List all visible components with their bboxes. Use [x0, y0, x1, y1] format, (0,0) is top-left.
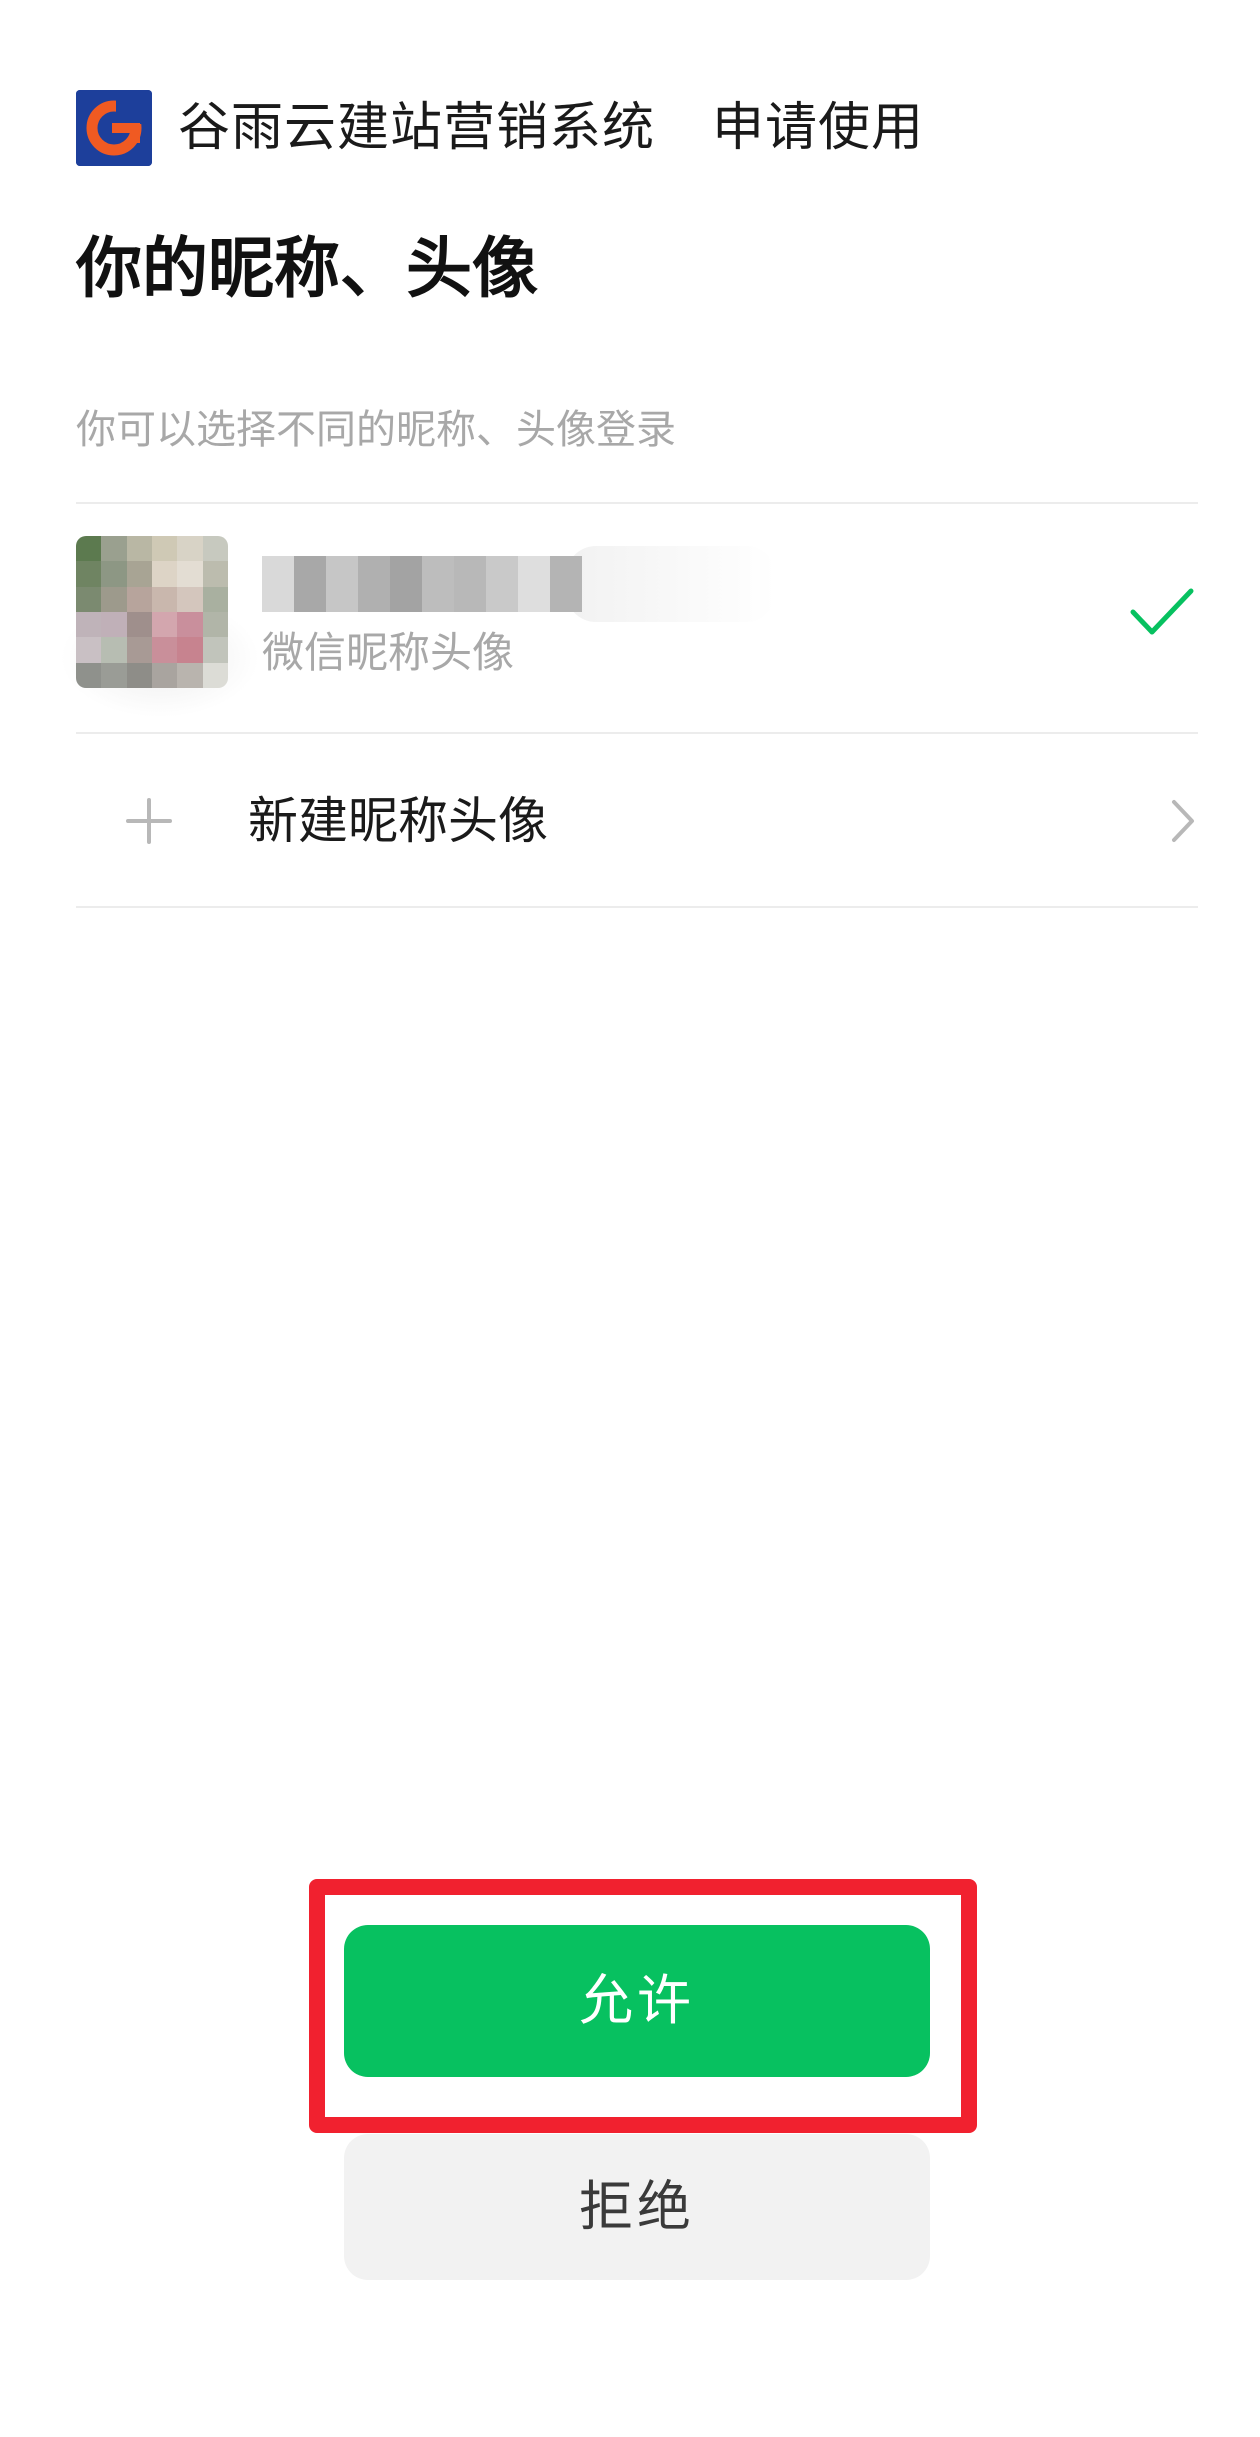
- check-icon: [1130, 588, 1194, 635]
- avatar: [76, 536, 228, 688]
- divider: [76, 906, 1198, 908]
- new-profile-option[interactable]: 新建昵称头像: [76, 734, 1198, 908]
- app-logo-icon: [76, 90, 152, 166]
- plus-icon: [126, 798, 172, 844]
- request-text: 申请使用: [712, 98, 925, 158]
- page-title: 你的昵称、头像: [76, 230, 538, 307]
- page-subtitle: 你可以选择不同的昵称、头像登录: [76, 407, 676, 453]
- profile-option-wechat[interactable]: 微信昵称头像: [60, 502, 1198, 730]
- authorization-page: 谷雨云建站营销系统 申请使用 你的昵称、头像 你可以选择不同的昵称、头像登录 微…: [0, 0, 1260, 2437]
- app-name: 谷雨云建站营销系统: [178, 98, 656, 158]
- deny-button[interactable]: 拒绝: [344, 2134, 930, 2280]
- chevron-right-icon: [1172, 800, 1194, 842]
- profile-caption: 微信昵称头像: [262, 628, 515, 677]
- allow-button[interactable]: 允许: [344, 1925, 930, 2077]
- new-profile-label: 新建昵称头像: [248, 792, 548, 850]
- nickname-blur-fade: [566, 546, 776, 622]
- nickname-blurred: [262, 556, 582, 612]
